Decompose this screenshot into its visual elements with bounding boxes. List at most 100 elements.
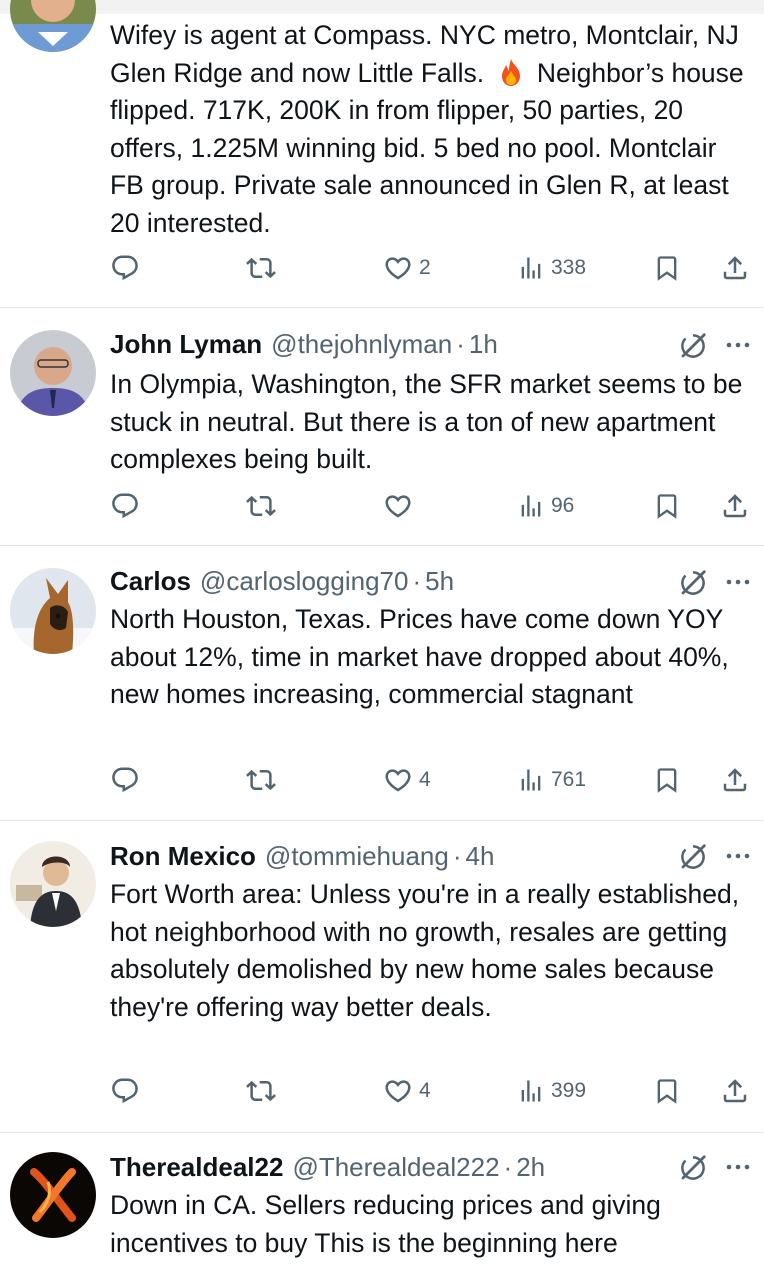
retweet-button[interactable] (246, 1071, 276, 1111)
separator: · (503, 1151, 513, 1182)
author-name[interactable]: Ron Mexico (110, 841, 256, 872)
avatar-icon (10, 0, 96, 52)
author-name[interactable]: Carlos (110, 566, 191, 597)
retweet-button[interactable] (246, 760, 276, 800)
separator: · (456, 328, 465, 359)
views-icon (517, 766, 545, 794)
grok-icon[interactable] (678, 331, 708, 361)
grok-icon[interactable] (678, 568, 708, 598)
tweet-actions: 4 761 (0, 760, 764, 800)
tweet-time[interactable]: 1h (469, 329, 498, 360)
reply-button[interactable] (110, 486, 140, 526)
tweet-2[interactable]: John Lyman @thejohnlyman · 1h In Olympia… (0, 308, 764, 546)
heart-icon (383, 253, 413, 283)
share-button[interactable] (720, 486, 750, 526)
tweet-text: North Houston, Texas. Prices have come d… (110, 604, 729, 709)
tweet-text: In Olympia, Washington, the SFR market s… (110, 369, 743, 474)
bookmark-button[interactable] (653, 486, 681, 526)
avatar[interactable] (10, 0, 96, 52)
retweet-icon (246, 1076, 276, 1106)
like-button[interactable]: 4 (383, 1071, 431, 1111)
tweet-5[interactable]: Therealdeal22 @Therealdeal222 · 2h Down … (0, 1133, 764, 1280)
share-button[interactable] (720, 760, 750, 800)
tweet-text: Wifey is agent at Compass. NYC metro, Mo… (110, 20, 744, 238)
reply-icon (110, 491, 140, 521)
more-options-icon[interactable] (722, 570, 754, 594)
heart-icon (383, 765, 413, 795)
views-button[interactable]: 761 (517, 760, 586, 800)
more-options-icon[interactable] (722, 333, 754, 357)
view-count: 761 (551, 768, 587, 791)
reply-button[interactable] (110, 1071, 140, 1111)
like-button[interactable]: 4 (383, 760, 431, 800)
bookmark-icon (653, 492, 681, 520)
grok-icon[interactable] (678, 1153, 708, 1183)
bookmark-button[interactable] (653, 1071, 681, 1111)
heart-icon (383, 1076, 413, 1106)
share-icon (720, 491, 750, 521)
tweet-3[interactable]: Carlos @carloslogging70 · 5h North Houst… (0, 546, 764, 821)
separator: · (452, 840, 462, 871)
separator: · (412, 565, 422, 596)
avatar-icon (10, 841, 96, 927)
tweet-time[interactable]: 5h (425, 566, 454, 597)
avatar-icon (10, 330, 96, 416)
more-options-icon[interactable] (722, 844, 754, 868)
bookmark-icon (653, 1077, 681, 1105)
view-count: 338 (551, 256, 587, 279)
avatar[interactable] (10, 568, 96, 654)
author-name[interactable]: John Lyman (110, 329, 262, 360)
views-button[interactable]: 96 (517, 486, 574, 526)
retweet-button[interactable] (246, 248, 276, 288)
bookmark-button[interactable] (653, 248, 681, 288)
like-button[interactable] (383, 486, 419, 526)
avatar[interactable] (10, 1152, 96, 1238)
author-name[interactable]: Therealdeal22 (110, 1152, 283, 1183)
bookmark-icon (653, 766, 681, 794)
tweet-actions: 2 338 (0, 248, 764, 288)
tweet-header: Therealdeal22 @Therealdeal222 · 2h (110, 1150, 545, 1184)
tweet-time[interactable]: 4h (466, 841, 495, 872)
bookmark-icon (653, 254, 681, 282)
retweet-button[interactable] (246, 486, 276, 526)
more-options-icon[interactable] (722, 1155, 754, 1179)
share-button[interactable] (720, 248, 750, 288)
like-count: 2 (419, 256, 431, 279)
views-button[interactable]: 399 (517, 1071, 586, 1111)
tweet-1[interactable]: Wifey is agent at Compass. NYC metro, Mo… (0, 0, 764, 308)
grok-icon[interactable] (678, 842, 708, 872)
reply-button[interactable] (110, 760, 140, 800)
share-icon (720, 765, 750, 795)
views-icon (517, 1077, 545, 1105)
avatar-icon (10, 1152, 96, 1238)
like-count: 4 (419, 1079, 431, 1102)
author-handle[interactable]: @thejohnlyman (271, 329, 452, 360)
reply-button[interactable] (110, 248, 140, 288)
share-icon (720, 1076, 750, 1106)
tweet-actions: 4 399 (0, 1071, 764, 1111)
tweet-4[interactable]: Ron Mexico @tommiehuang · 4h Fort Worth … (0, 821, 764, 1133)
bookmark-button[interactable] (653, 760, 681, 800)
author-handle[interactable]: @Therealdeal222 (292, 1152, 499, 1183)
reply-icon (110, 765, 140, 795)
retweet-icon (246, 491, 276, 521)
avatar[interactable] (10, 330, 96, 416)
tweet-header: Ron Mexico @tommiehuang · 4h (110, 839, 494, 873)
reply-icon (110, 1076, 140, 1106)
avatar[interactable] (10, 841, 96, 927)
tweet-text: Fort Worth area: Unless you're in a real… (110, 879, 740, 1022)
tweet-text: Down in CA. Sellers reducing prices and … (110, 1190, 661, 1258)
author-handle[interactable]: @tommiehuang (265, 841, 449, 872)
like-count: 4 (419, 768, 431, 791)
heart-icon (383, 491, 413, 521)
share-button[interactable] (720, 1071, 750, 1111)
tweet-time[interactable]: 2h (516, 1152, 545, 1183)
view-count: 96 (551, 494, 575, 517)
retweet-icon (246, 253, 276, 283)
retweet-icon (246, 765, 276, 795)
share-icon (720, 253, 750, 283)
views-button[interactable]: 338 (517, 248, 586, 288)
author-handle[interactable]: @carloslogging70 (200, 566, 409, 597)
tweet-actions: 96 (0, 486, 764, 526)
like-button[interactable]: 2 (383, 248, 431, 288)
